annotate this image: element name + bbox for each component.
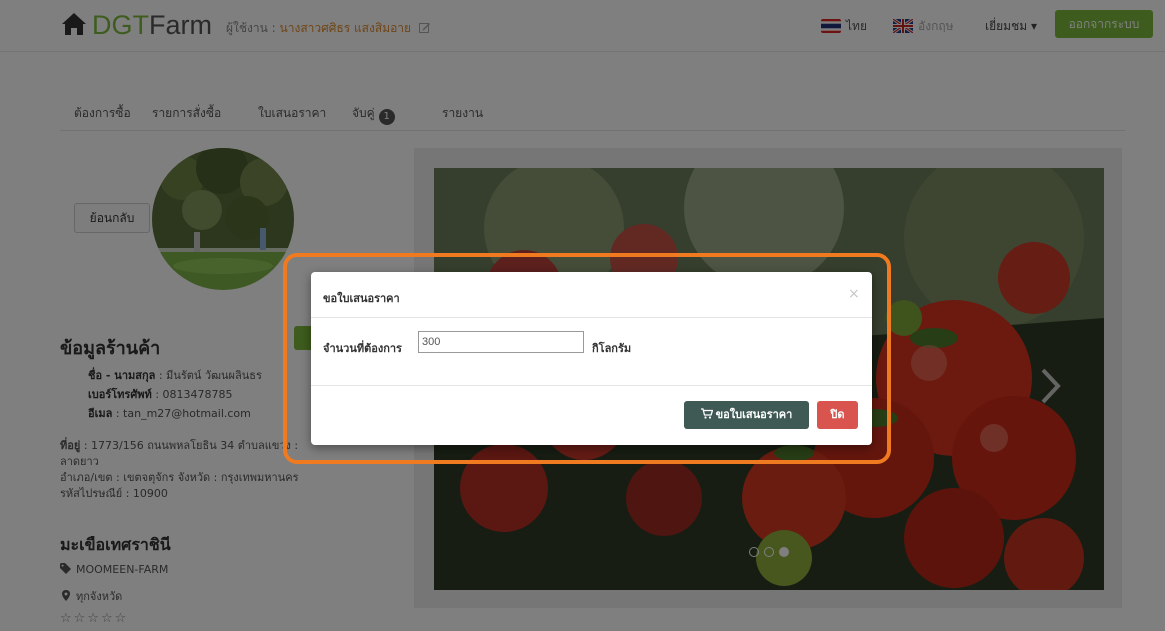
annotation-highlight [283,253,891,464]
